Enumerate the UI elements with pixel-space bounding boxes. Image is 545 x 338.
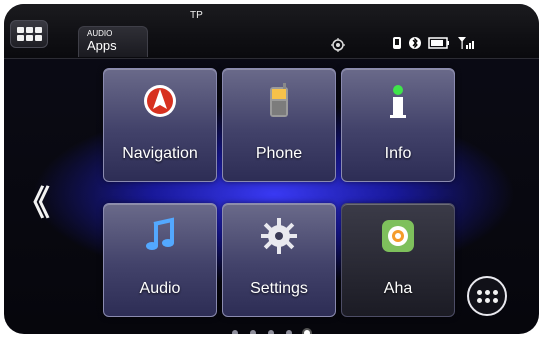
tile-info[interactable]: Info bbox=[341, 68, 455, 182]
navigation-status-icon bbox=[331, 38, 345, 52]
page-dot bbox=[286, 330, 292, 334]
tile-label: Phone bbox=[255, 145, 303, 162]
phone-status-icon bbox=[393, 37, 401, 49]
tile-label: Audio bbox=[139, 280, 181, 297]
bluetooth-icon bbox=[409, 37, 421, 49]
page-dot bbox=[232, 330, 238, 334]
navigation-icon bbox=[144, 85, 176, 117]
status-icons bbox=[392, 36, 475, 50]
info-icon bbox=[390, 85, 406, 118]
aha-icon bbox=[382, 220, 414, 252]
tile-phone[interactable]: Phone bbox=[222, 68, 336, 182]
page-indicator bbox=[232, 330, 310, 334]
tile-label: Info bbox=[384, 145, 412, 162]
page-dot bbox=[268, 330, 274, 334]
music-note-icon bbox=[146, 217, 174, 250]
page-dot-active bbox=[304, 330, 310, 334]
previous-page-arrow[interactable]: 《 bbox=[16, 176, 50, 225]
tile-aha[interactable]: Aha bbox=[341, 203, 455, 317]
phone-icon bbox=[270, 83, 288, 117]
gear-icon bbox=[261, 218, 297, 254]
tile-label: Settings bbox=[250, 280, 308, 297]
tab-source-label: AUDIO bbox=[87, 29, 113, 38]
battery-icon bbox=[428, 37, 449, 49]
page-dot bbox=[250, 330, 256, 334]
tile-label: Navigation bbox=[122, 145, 198, 162]
traffic-program-indicator: TP bbox=[190, 10, 203, 21]
top-bar: AUDIO Apps TP bbox=[4, 4, 539, 59]
apps-menu-button[interactable] bbox=[467, 276, 507, 316]
tile-settings[interactable]: Settings bbox=[222, 203, 336, 317]
tile-label: Aha bbox=[383, 280, 413, 297]
audio-apps-tab[interactable]: AUDIO Apps bbox=[78, 26, 148, 57]
home-grid-button[interactable] bbox=[10, 20, 48, 48]
tile-navigation[interactable]: Navigation bbox=[103, 68, 217, 182]
signal-strength-icon bbox=[458, 37, 474, 49]
tile-audio[interactable]: Audio bbox=[103, 203, 217, 317]
tab-apps-label: Apps bbox=[87, 38, 117, 53]
screen: AUDIO Apps TP 《 Navigation Phone Info Au… bbox=[4, 4, 539, 334]
